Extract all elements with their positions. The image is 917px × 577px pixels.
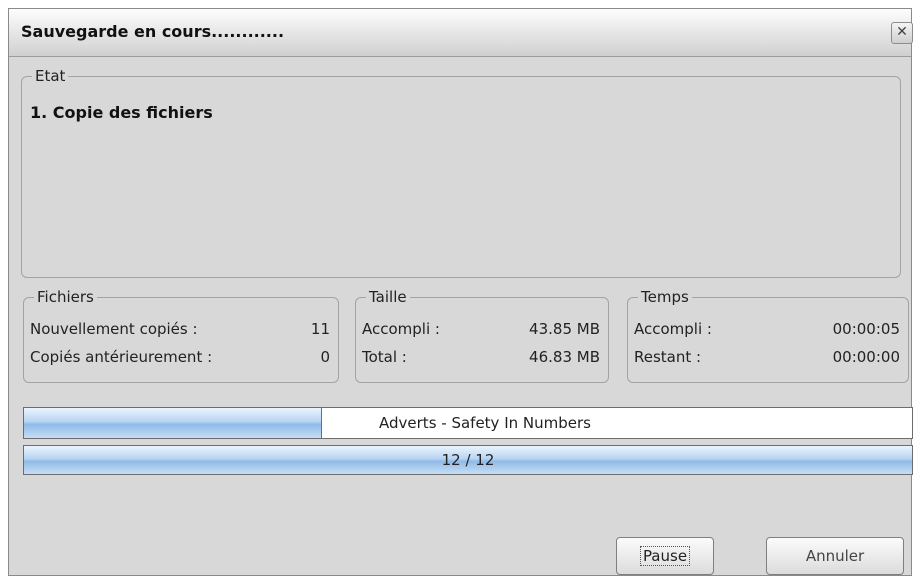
time-elapsed-row: Accompli : 00:00:05 bbox=[634, 320, 900, 340]
time-elapsed-value: 00:00:05 bbox=[832, 320, 900, 338]
title-bar[interactable]: Sauvegarde en cours............ ✕ bbox=[9, 9, 913, 57]
new-copied-value: 11 bbox=[310, 320, 330, 338]
pause-button-label: Pause bbox=[639, 546, 691, 566]
size-total-label: Total : bbox=[362, 348, 407, 366]
size-done-row: Accompli : 43.85 MB bbox=[362, 320, 600, 340]
file-progress-label: Adverts - Safety In Numbers bbox=[379, 414, 591, 432]
time-remaining-value: 00:00:00 bbox=[832, 348, 900, 366]
file-progress-fill bbox=[24, 408, 323, 438]
temps-groupbox: Temps Accompli : 00:00:05 Restant : 00:0… bbox=[627, 288, 909, 383]
backup-dialog: Sauvegarde en cours............ ✕ Etat 1… bbox=[8, 8, 913, 576]
new-copied-label: Nouvellement copiés : bbox=[30, 320, 198, 338]
taille-legend: Taille bbox=[366, 288, 410, 306]
fichiers-legend: Fichiers bbox=[34, 288, 97, 306]
temps-legend: Temps bbox=[638, 288, 692, 306]
new-copied-row: Nouvellement copiés : 11 bbox=[30, 320, 330, 340]
size-done-value: 43.85 MB bbox=[529, 320, 600, 338]
window-title: Sauvegarde en cours............ bbox=[21, 22, 285, 41]
previously-copied-value: 0 bbox=[320, 348, 330, 366]
total-progress-label: 12 / 12 bbox=[441, 451, 495, 469]
close-icon[interactable]: ✕ bbox=[891, 22, 913, 44]
file-progress-bar: Adverts - Safety In Numbers bbox=[23, 407, 913, 439]
status-text: 1. Copie des fichiers bbox=[30, 103, 213, 122]
etat-legend: Etat bbox=[32, 67, 69, 85]
fichiers-groupbox: Fichiers Nouvellement copiés : 11 Copiés… bbox=[23, 288, 339, 383]
previously-copied-row: Copiés antérieurement : 0 bbox=[30, 348, 330, 368]
cancel-button[interactable]: Annuler bbox=[766, 537, 904, 575]
taille-groupbox: Taille Accompli : 43.85 MB Total : 46.83… bbox=[355, 288, 609, 383]
time-remaining-label: Restant : bbox=[634, 348, 702, 366]
etat-groupbox: Etat 1. Copie des fichiers bbox=[21, 67, 901, 278]
total-progress-bar: 12 / 12 bbox=[23, 445, 913, 475]
time-elapsed-label: Accompli : bbox=[634, 320, 712, 338]
time-remaining-row: Restant : 00:00:00 bbox=[634, 348, 900, 368]
size-done-label: Accompli : bbox=[362, 320, 440, 338]
previously-copied-label: Copiés antérieurement : bbox=[30, 348, 213, 366]
pause-button[interactable]: Pause bbox=[616, 537, 714, 575]
size-total-value: 46.83 MB bbox=[529, 348, 600, 366]
size-total-row: Total : 46.83 MB bbox=[362, 348, 600, 368]
